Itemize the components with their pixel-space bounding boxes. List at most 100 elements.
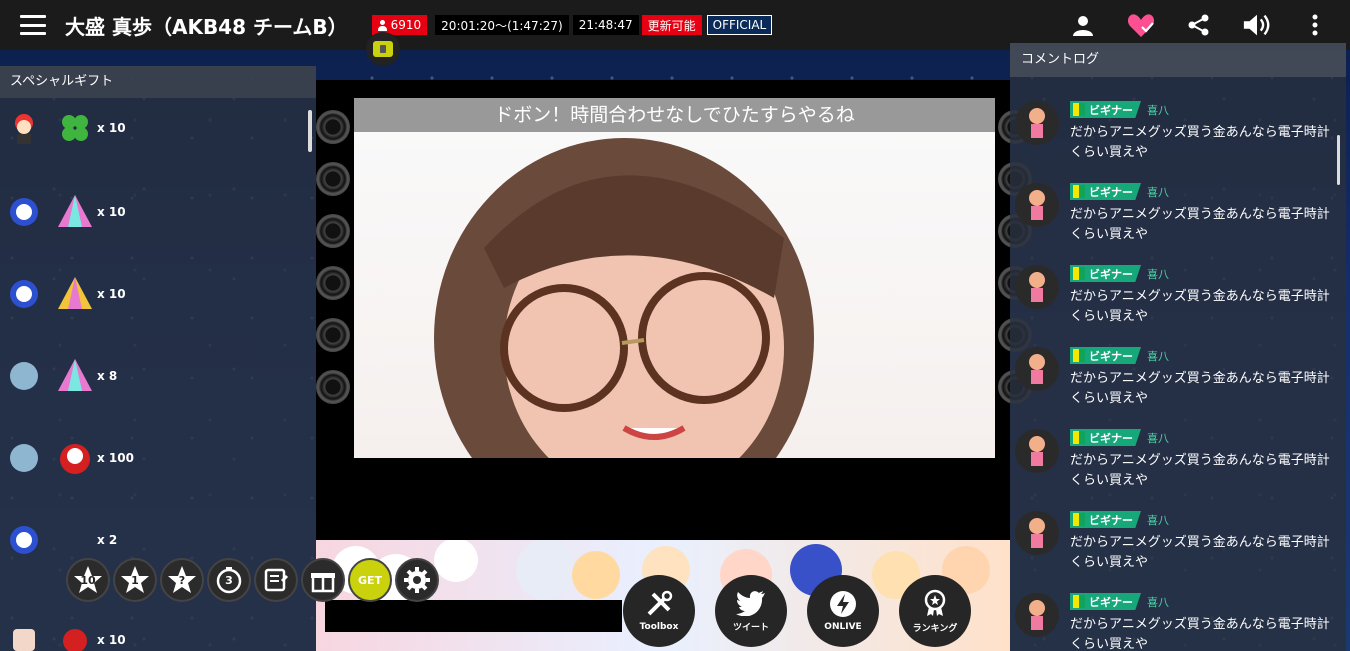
comment-user[interactable]: 喜八 (1147, 266, 1169, 282)
avatar (5, 621, 43, 651)
avatar (1015, 593, 1059, 637)
favorite-heart-icon[interactable] (1126, 10, 1156, 40)
note-icon (264, 568, 289, 592)
share-icon[interactable] (1184, 10, 1214, 40)
beginner-badge: ビギナー (1070, 593, 1141, 610)
current-time: 21:48:47 (572, 15, 639, 35)
timer-button[interactable]: 3 (207, 558, 251, 602)
beginner-badge: ビギナー (1070, 347, 1141, 364)
tv-icon[interactable] (366, 32, 400, 66)
comment-log-title: コメントログ (1010, 43, 1346, 77)
comment-log-panel: コメントログ ビギナー 喜八 だからアニメグッズ買う金あんなら電子時計くらい買え… (1010, 43, 1346, 651)
gift-row: x 10 (0, 192, 126, 232)
beginner-badge: ビギナー (1070, 101, 1141, 118)
page-title: 大盛 真歩（AKB48 チームB） (65, 14, 348, 39)
gift-box-button[interactable] (301, 558, 345, 602)
gift-count: x 10 (97, 205, 126, 219)
header-icons (1068, 10, 1330, 40)
gift-row: x 2 (0, 520, 117, 560)
tweet-button[interactable]: ツイート (715, 575, 787, 647)
comment-scrollbar[interactable] (1337, 135, 1340, 185)
comment-user[interactable]: 喜八 (1147, 102, 1169, 118)
gift-count: x 10 (97, 121, 126, 135)
update-button[interactable]: 更新可能 (641, 15, 702, 35)
comment-user[interactable]: 喜八 (1147, 348, 1169, 364)
gift-row: x 100 (0, 438, 134, 478)
gift-count: x 10 (97, 633, 126, 647)
star-10-button[interactable]: 10 (66, 558, 110, 602)
beginner-badge: ビギナー (1070, 183, 1141, 200)
toolbox-button[interactable]: Toolbox (623, 575, 695, 647)
comment-item: ビギナー 喜八 だからアニメグッズ買う金あんなら電子時計くらい買えや (1010, 173, 1346, 255)
daruma-icon (55, 620, 95, 651)
time-range: 20:01:20〜(1:47:27) (435, 15, 569, 35)
settings-button[interactable] (395, 558, 439, 602)
comment-text: だからアニメグッズ買う金あんなら電子時計くらい買えや (1070, 371, 1330, 406)
avatar (5, 275, 43, 313)
beginner-badge: ビギナー (1070, 265, 1141, 282)
comment-item: ビギナー 喜八 だからアニメグッズ買う金あんなら電子時計くらい買えや (1010, 583, 1346, 651)
get-button[interactable]: GET (348, 558, 392, 602)
daruma-icon (55, 438, 95, 478)
comment-text: だからアニメグッズ買う金あんなら電子時計くらい買えや (1070, 535, 1330, 570)
volume-icon[interactable] (1242, 10, 1272, 40)
telop-caption: ドボン！時間合わせなしでひたすらやるね (354, 98, 995, 132)
comment-text: だからアニメグッズ買う金あんなら電子時計くらい買えや (1070, 289, 1330, 324)
star-1-button[interactable]: 1 (113, 558, 157, 602)
comment-item: ビギナー 喜八 だからアニメグッズ買う金あんなら電子時計くらい買えや (1010, 337, 1346, 419)
avatar (1015, 183, 1059, 227)
video-frame[interactable]: ドボン！時間合わせなしでひたすらやるね (354, 98, 995, 458)
gift-count: x 10 (97, 287, 126, 301)
beginner-leaf-icon (1073, 185, 1085, 198)
comment-text: だからアニメグッズ買う金あんなら電子時計くらい買えや (1070, 617, 1330, 651)
avatar (5, 521, 43, 559)
avatar (1015, 101, 1059, 145)
twitter-icon (736, 590, 765, 616)
gift-row: x 10 (0, 620, 126, 651)
official-badge: OFFICIAL (706, 15, 773, 35)
avatar (1015, 265, 1059, 309)
video-player[interactable]: ドボン！時間合わせなしでひたすらやるね (316, 80, 1032, 540)
gift-count: x 8 (97, 369, 118, 383)
streamer-video (434, 138, 814, 458)
avatar (1015, 347, 1059, 391)
comment-user[interactable]: 喜八 (1147, 430, 1169, 446)
gift-count: x 100 (97, 451, 134, 465)
avatar (1015, 511, 1059, 555)
beginner-leaf-icon (1073, 349, 1085, 362)
note-button[interactable] (254, 558, 298, 602)
left-scrollbar[interactable] (308, 110, 312, 152)
star-random-button[interactable]: ? (160, 558, 204, 602)
special-gift-title: スペシャルギフト (0, 66, 316, 98)
tent-pink-icon (55, 192, 95, 232)
menu-icon[interactable] (20, 15, 46, 35)
gift-row: x 10 (0, 274, 126, 314)
gift-icon (55, 520, 95, 560)
gift-box-icon (311, 573, 335, 593)
left-speakers (316, 110, 354, 510)
avatar (5, 357, 43, 395)
gift-row: x 10 (0, 108, 126, 148)
beginner-leaf-icon (1073, 267, 1085, 280)
comment-user[interactable]: 喜八 (1147, 594, 1169, 610)
gift-row: x 8 (0, 356, 117, 396)
beginner-leaf-icon (1073, 103, 1085, 116)
avatar (1015, 429, 1059, 473)
user-icon[interactable] (1068, 10, 1098, 40)
avatar (5, 109, 43, 147)
comment-user[interactable]: 喜八 (1147, 184, 1169, 200)
comment-user[interactable]: 喜八 (1147, 512, 1169, 528)
tent-pink-icon (55, 356, 95, 396)
tent-yellow-icon (55, 274, 95, 314)
clover-icon (55, 108, 95, 148)
onlive-button[interactable]: ONLIVE (807, 575, 879, 647)
lightning-icon (830, 591, 856, 617)
ranking-button[interactable]: ランキング (899, 575, 971, 647)
comment-text: だからアニメグッズ買う金あんなら電子時計くらい買えや (1070, 207, 1330, 242)
avatar (5, 439, 43, 477)
more-vertical-icon[interactable] (1300, 10, 1330, 40)
comment-item: ビギナー 喜八 だからアニメグッズ買う金あんなら電子時計くらい買えや (1010, 91, 1346, 173)
comment-text: だからアニメグッズ買う金あんなら電子時計くらい買えや (1070, 453, 1330, 488)
medal-icon (924, 589, 946, 616)
banner-black-bar (325, 600, 622, 632)
